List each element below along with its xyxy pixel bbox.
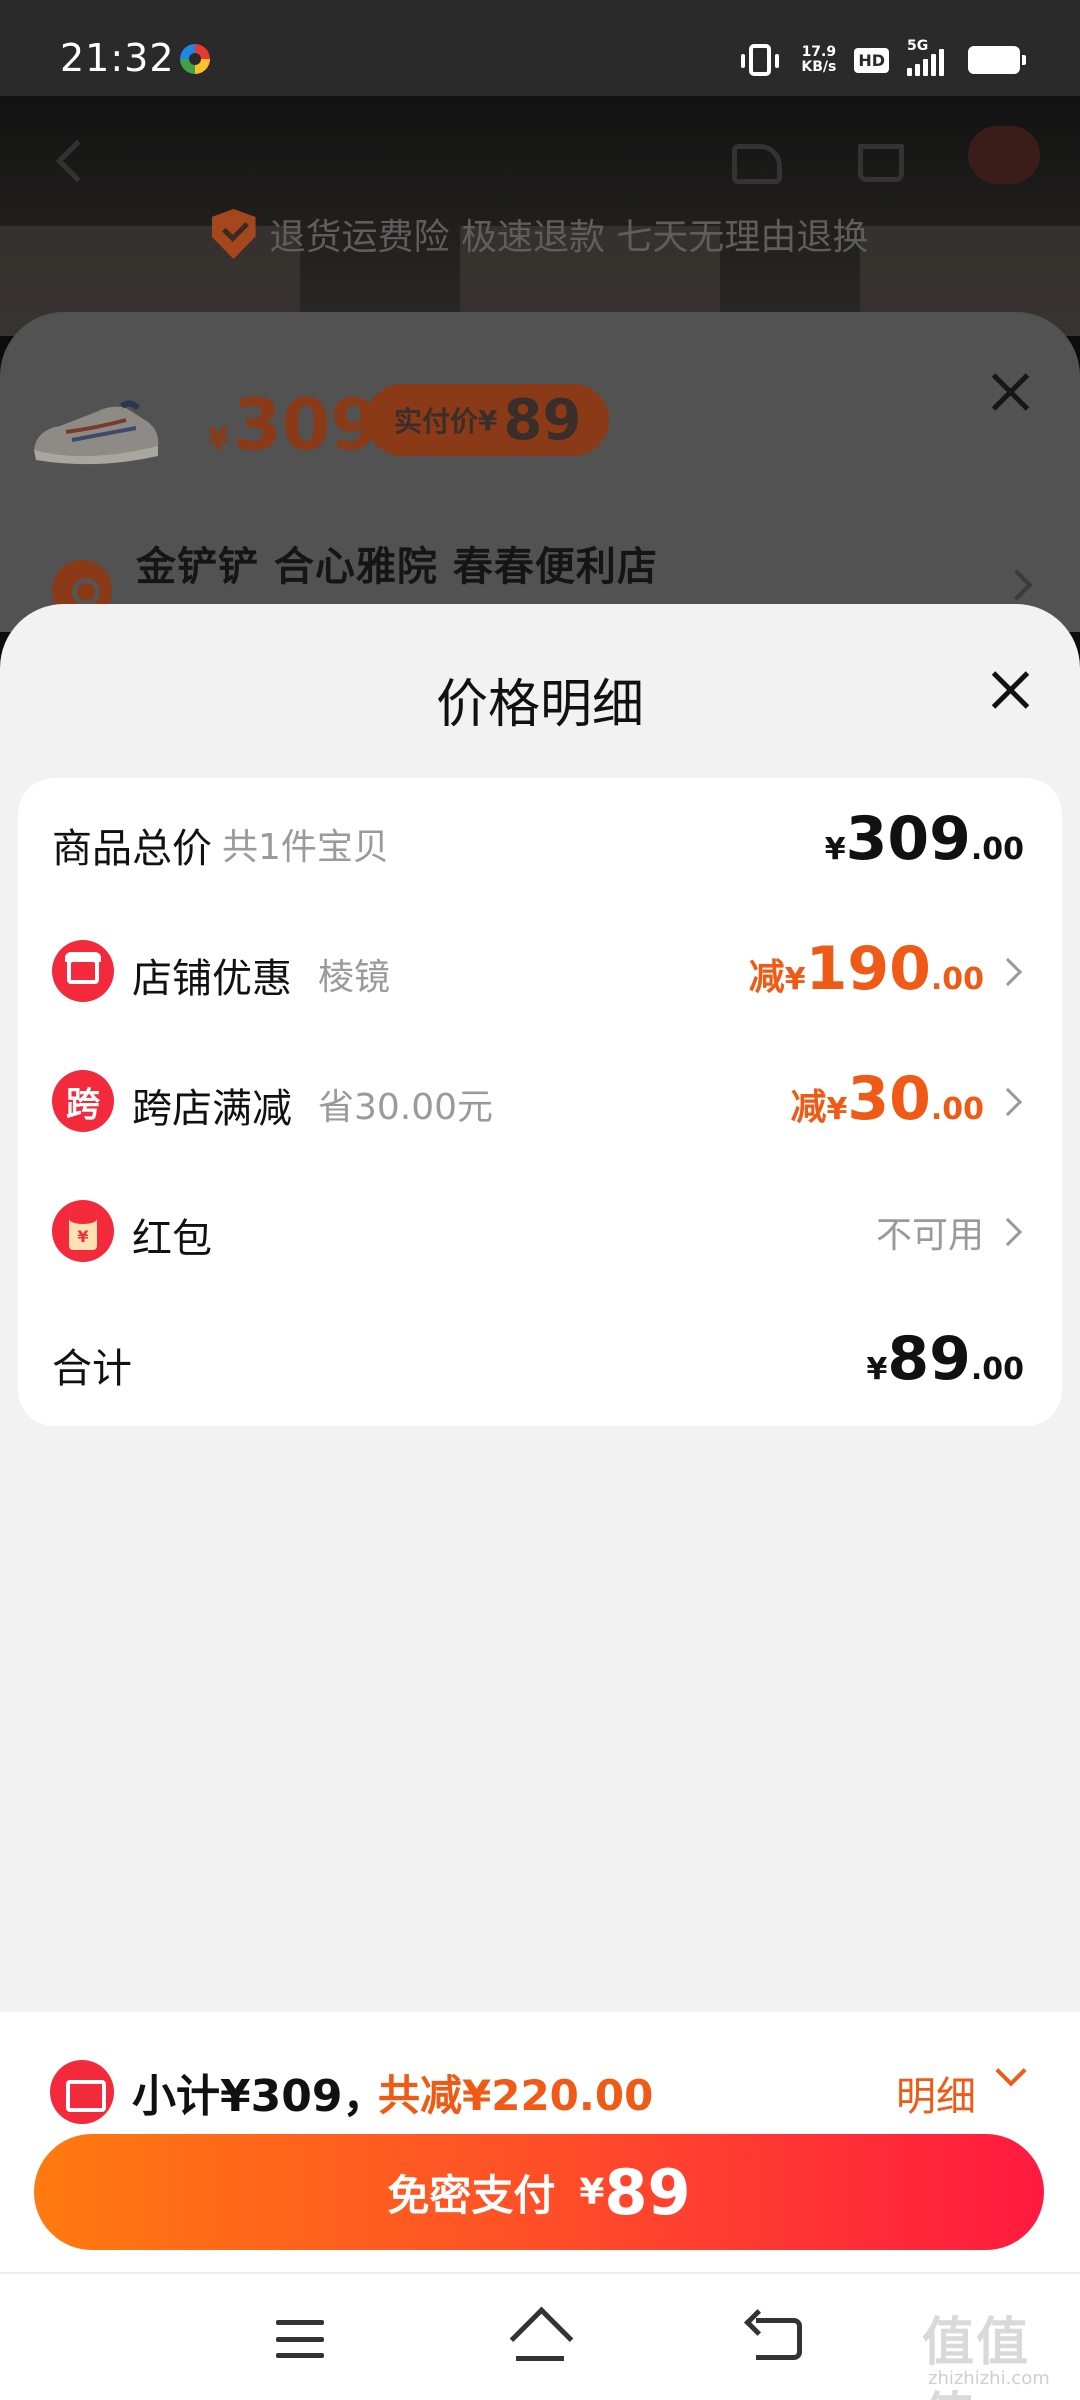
close-icon[interactable] xyxy=(990,372,1030,412)
paid-currency: ¥ xyxy=(478,403,498,437)
network-speed-unit: KB/s xyxy=(801,59,837,75)
pay-label: 免密支付 xyxy=(387,2170,556,2220)
network-speed: 17.9 KB/s xyxy=(801,45,836,75)
row-store-discount[interactable]: 店铺优惠 棱镜 减 ¥190.00 xyxy=(18,924,1062,1020)
row-sub: 棱镜 xyxy=(318,957,391,998)
row-amount: 减 ¥190.00 xyxy=(749,934,984,1006)
order-sheet-backdrop: ¥309 实付价 ¥ 89 金铲铲 合心雅院 春春便利店 xyxy=(0,312,1080,632)
amount-integer: 309 xyxy=(845,804,971,874)
row-amount: ¥89.00 xyxy=(866,1324,1024,1396)
coupon-icon xyxy=(50,2060,114,2124)
total-reduction: 共减¥220.00 xyxy=(378,2071,654,2120)
product-thumbnail xyxy=(34,400,159,465)
product-price: ¥309 xyxy=(208,384,379,466)
service-guarantee: 退货运费险 极速退款 七天无理由退换 xyxy=(0,208,1080,260)
row-goods-total: 商品总价 共1件宝贝 ¥309.00 xyxy=(18,794,1062,890)
chevron-right-icon[interactable] xyxy=(1001,569,1033,601)
close-icon[interactable] xyxy=(990,670,1030,710)
row-cross-store-discount[interactable]: 跨 跨店满减 省30.00元 减 ¥30.00 xyxy=(18,1054,1062,1150)
row-label: 红包 xyxy=(132,1216,212,1262)
pay-button[interactable]: 免密支付 ¥ 89 xyxy=(34,2134,1044,2250)
watermark-url: zhizhizhi.com xyxy=(928,2368,1050,2389)
amount-decimal: .00 xyxy=(930,1092,984,1127)
chevron-right-icon xyxy=(993,957,1023,987)
status-time: 21:32 xyxy=(60,36,175,80)
row-red-packet[interactable]: ¥ 红包 不可用 xyxy=(18,1184,1062,1280)
row-label: 商品总价 xyxy=(52,826,212,872)
shield-icon xyxy=(211,209,256,259)
amount-currency: ¥ xyxy=(866,1352,888,1387)
paid-amount: 89 xyxy=(503,387,582,453)
sheet-title: 价格明细 xyxy=(435,675,644,735)
price-value: 309 xyxy=(232,384,379,466)
status-bar: 21:32 17.9 KB/s HD 5G xyxy=(0,0,1080,96)
delivery-address[interactable]: 金铲铲 合心雅院 春春便利店 xyxy=(136,534,658,592)
pay-currency: ¥ xyxy=(579,2171,605,2213)
amount-currency: ¥ xyxy=(824,832,846,867)
system-navigation-bar: 值值值 zhizhizhi.com xyxy=(0,2272,1080,2400)
guarantee-text: 退货运费险 极速退款 七天无理由退换 xyxy=(269,217,869,258)
amount-currency: ¥ xyxy=(826,1092,848,1127)
amount-integer: 190 xyxy=(805,934,931,1004)
row-label: 合计 xyxy=(52,1346,132,1392)
network-type: 5G xyxy=(907,38,929,54)
amount-integer: 89 xyxy=(887,1324,971,1394)
back-icon[interactable] xyxy=(55,139,99,183)
row-label: 跨店满减 xyxy=(132,1086,292,1132)
row-amount: ¥309.00 xyxy=(825,804,1024,876)
amount-prefix: 减 xyxy=(748,957,785,998)
app-notification-icon xyxy=(180,44,210,74)
detail-toggle-button[interactable]: 明细 xyxy=(896,2064,976,2122)
network-speed-value: 17.9 xyxy=(801,44,837,60)
notification-badge xyxy=(968,126,1040,184)
price-detail-card: 商品总价 共1件宝贝 ¥309.00 店铺优惠 棱镜 减 ¥190.00 跨 跨店… xyxy=(18,778,1062,1426)
amount-prefix: 减 xyxy=(790,1087,827,1128)
amount-currency: ¥ xyxy=(784,962,806,997)
price-currency: ¥ xyxy=(208,422,229,457)
paid-label: 实付价 xyxy=(394,405,479,438)
chevron-down-icon[interactable] xyxy=(995,2055,1027,2087)
cart-icon[interactable] xyxy=(858,144,904,182)
subtotal-text: 小计¥309， xyxy=(132,2071,387,2122)
status-indicators: 17.9 KB/s HD 5G xyxy=(741,38,1026,80)
row-sub: 共1件宝贝 xyxy=(222,827,389,868)
row-total: 合计 ¥89.00 xyxy=(18,1314,1062,1410)
cross-store-icon: 跨 xyxy=(52,1070,114,1132)
share-icon[interactable] xyxy=(732,144,782,184)
checkout-bar: 小计¥309， 共减¥220.00 明细 免密支付 ¥ 89 xyxy=(0,2012,1080,2272)
amount-integer: 30 xyxy=(847,1064,931,1134)
pay-amount: 89 xyxy=(604,2155,691,2229)
product-page-backdrop: 退货运费险 极速退款 七天无理由退换 xyxy=(0,96,1080,336)
amount-decimal: .00 xyxy=(930,962,984,997)
row-amount: 减 ¥30.00 xyxy=(790,1064,984,1136)
home-icon[interactable] xyxy=(510,2314,570,2364)
battery-icon xyxy=(968,46,1026,74)
amount-decimal: .00 xyxy=(970,1352,1024,1387)
chevron-right-icon xyxy=(993,1217,1023,1247)
vibrate-icon xyxy=(741,44,780,76)
row-status: 不可用 xyxy=(875,1215,984,1256)
row-label: 店铺优惠 xyxy=(132,956,292,1002)
red-packet-glyph: ¥ xyxy=(69,1212,97,1250)
back-icon[interactable] xyxy=(756,2318,802,2360)
red-packet-icon: ¥ xyxy=(52,1200,114,1262)
row-sub: 省30.00元 xyxy=(318,1087,494,1128)
paid-price-pill: 实付价 ¥ 89 xyxy=(366,384,610,456)
chevron-right-icon xyxy=(993,1087,1023,1117)
signal-icon: 5G xyxy=(907,38,944,76)
menu-icon[interactable] xyxy=(276,2320,324,2358)
store-icon xyxy=(52,940,114,1002)
amount-decimal: .00 xyxy=(970,832,1024,867)
hd-badge: HD xyxy=(854,47,889,73)
